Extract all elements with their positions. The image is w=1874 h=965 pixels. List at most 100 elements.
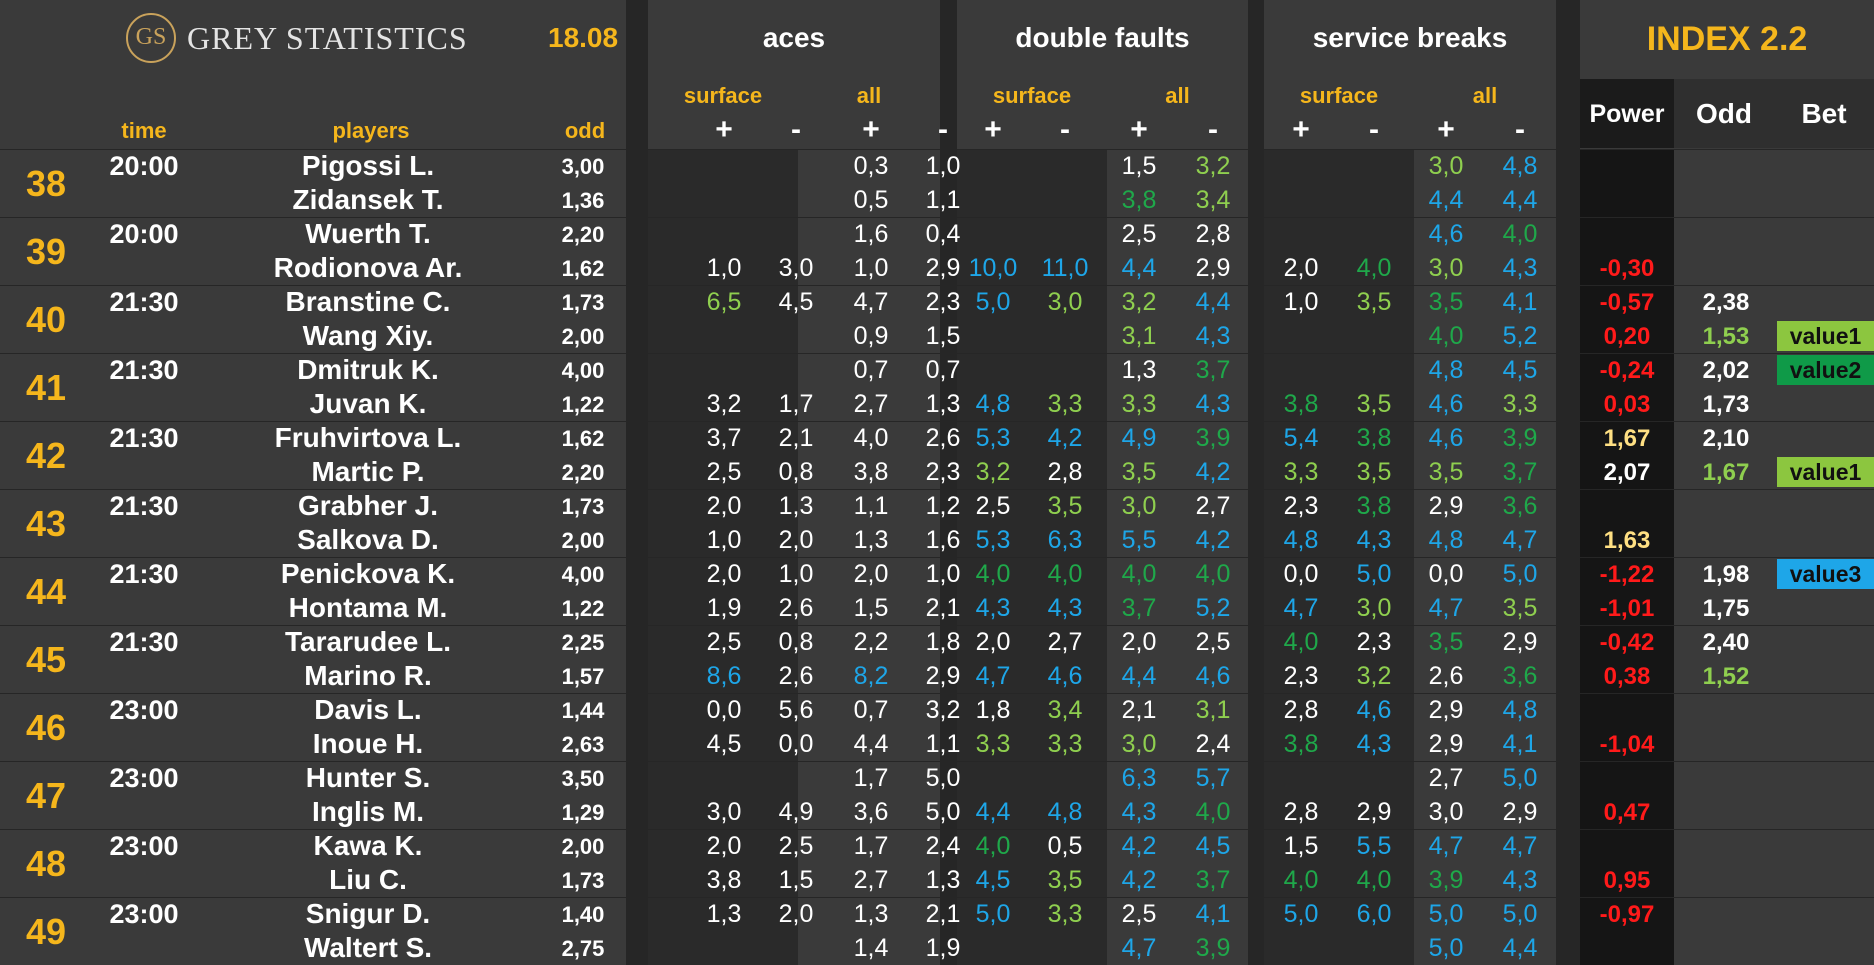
group-title: double faults: [1015, 22, 1190, 53]
stat-minus-df-all: 2,5: [1195, 628, 1231, 656]
player-name: Salkova D.: [297, 524, 439, 555]
stat-plus-aces-surface: 2,5: [706, 458, 742, 486]
bet-cell-bg: [1774, 761, 1874, 829]
computed-odd: 2,02: [1702, 357, 1750, 384]
player-odd: 1,36: [561, 188, 605, 213]
stat-minus-aces-surface: 1,7: [778, 390, 814, 418]
stat-plus-aces-all: 1,7: [853, 832, 889, 860]
stat-plus-sb-all: 3,9: [1428, 866, 1464, 894]
stat-plus-aces-all: 4,0: [853, 424, 889, 452]
stat-minus-aces-surface: 2,1: [778, 424, 814, 452]
power-value: -0,30: [1599, 255, 1655, 282]
stat-minus-sb-all: 4,7: [1502, 526, 1538, 554]
group-header-aces: aces: [648, 0, 940, 79]
stat-plus-df-all: 3,0: [1121, 730, 1157, 758]
match-index: 47: [25, 775, 67, 816]
stat-minus-df-surface: 6,3: [1047, 526, 1083, 554]
column-header-row: time players odd: [92, 79, 626, 148]
stat-minus-df-all: 4,2: [1195, 526, 1231, 554]
stat-minus-df-surface: 4,6: [1047, 662, 1083, 690]
stat-plus-aces-all: 1,7: [853, 764, 889, 792]
stat-plus-aces-surface: 0,0: [706, 696, 742, 724]
bet-cell-bg: [1774, 149, 1874, 217]
match-index: 40: [25, 299, 67, 340]
stat-plus-sb-surface: 2,3: [1283, 492, 1319, 520]
stat-minus-df-surface: 3,3: [1047, 390, 1083, 418]
stat-minus-df-all: 2,8: [1195, 220, 1231, 248]
player-name: Snigur D.: [305, 898, 431, 929]
stat-minus-aces-surface: 2,6: [778, 662, 814, 690]
player-name: Kawa K.: [313, 830, 423, 861]
stat-minus-aces-all: 5,0: [925, 764, 961, 792]
group-header-double-faults: double faults: [957, 0, 1248, 79]
computed-odd: 2,10: [1702, 425, 1750, 452]
minus-label: -: [791, 113, 801, 146]
odd-header: odd: [564, 118, 606, 143]
stat-plus-aces-surface: 1,0: [706, 254, 742, 282]
player-odd: 2,00: [561, 834, 605, 859]
stat-minus-df-all: 2,7: [1195, 492, 1231, 520]
player-odd: 1,62: [561, 426, 605, 451]
corner-cell: [0, 0, 92, 148]
stat-plus-sb-all: 4,7: [1428, 832, 1464, 860]
stat-plus-df-all: 1,5: [1121, 152, 1157, 180]
surface-label: surface: [992, 83, 1072, 108]
player-name: Hunter S.: [305, 762, 431, 793]
stat-minus-sb-surface: 3,2: [1356, 662, 1392, 690]
stat-plus-aces-all: 2,7: [853, 866, 889, 894]
stat-plus-sb-all: 4,7: [1428, 594, 1464, 622]
computed-odd: 1,75: [1702, 595, 1750, 622]
stat-minus-df-surface: 4,2: [1047, 424, 1083, 452]
stat-plus-aces-all: 1,5: [853, 594, 889, 622]
player-odd: 1,73: [561, 494, 605, 519]
stat-plus-sb-all: 3,5: [1428, 458, 1464, 486]
stat-minus-df-all: 4,0: [1195, 798, 1231, 826]
match-index: 38: [25, 163, 67, 204]
plus-label: +: [862, 113, 880, 146]
stat-minus-sb-surface: 2,9: [1356, 798, 1392, 826]
stat-minus-aces-surface: 4,5: [778, 288, 814, 316]
stat-minus-sb-surface: 5,0: [1356, 560, 1392, 588]
stat-plus-sb-all: 5,0: [1428, 934, 1464, 962]
stat-plus-sb-all: 2,6: [1428, 662, 1464, 690]
computed-odd: 1,52: [1702, 663, 1750, 690]
stat-plus-sb-all: 2,9: [1428, 492, 1464, 520]
stat-plus-aces-all: 2,7: [853, 390, 889, 418]
stat-plus-df-all: 3,0: [1121, 492, 1157, 520]
index-subheader: Power Odd Bet: [1580, 79, 1874, 148]
stat-plus-sb-all: 3,5: [1428, 288, 1464, 316]
stat-minus-aces-surface: 1,3: [778, 492, 814, 520]
player-name: Wuerth T.: [305, 218, 431, 249]
power-value: -1,04: [1599, 731, 1655, 758]
stat-plus-sb-surface: 2,0: [1283, 254, 1319, 282]
player-odd: 2,00: [561, 324, 605, 349]
bet-cell-bg: [1774, 489, 1874, 557]
surface-label: surface: [683, 83, 763, 108]
stat-plus-sb-all: 3,0: [1428, 254, 1464, 282]
power-value: 0,95: [1603, 867, 1651, 894]
stat-plus-aces-surface: 1,0: [706, 526, 742, 554]
stat-minus-aces-all: 1,1: [925, 186, 961, 214]
stat-minus-sb-all: 4,8: [1502, 696, 1538, 724]
player-odd: 1,73: [561, 868, 605, 893]
stat-minus-aces-surface: 2,0: [778, 900, 814, 928]
stat-minus-sb-surface: 3,5: [1356, 288, 1392, 316]
service-breaks-subheader: surface all + - + -: [1264, 79, 1556, 148]
player-name: Liu C.: [329, 864, 407, 895]
power-value: 0,03: [1603, 391, 1651, 418]
stat-plus-sb-all: 2,9: [1428, 730, 1464, 758]
player-odd: 4,00: [561, 358, 605, 383]
group-header-service-breaks: service breaks: [1264, 0, 1556, 79]
match-time: 20:00: [109, 151, 179, 181]
stat-plus-sb-surface: 4,7: [1283, 594, 1319, 622]
stat-minus-sb-all: 3,5: [1502, 594, 1538, 622]
stat-minus-sb-all: 4,1: [1502, 730, 1538, 758]
statistics-sheet: { "brand": {"logo_letters": "GS", "title…: [0, 0, 1874, 965]
minus-label: -: [1060, 113, 1070, 146]
stat-plus-sb-surface: 3,8: [1283, 730, 1319, 758]
stat-plus-sb-all: 4,0: [1428, 322, 1464, 350]
stat-minus-aces-surface: 0,8: [778, 458, 814, 486]
stat-minus-df-all: 3,9: [1195, 424, 1231, 452]
stat-plus-df-surface: 4,7: [975, 662, 1011, 690]
stat-minus-sb-surface: 4,0: [1356, 866, 1392, 894]
